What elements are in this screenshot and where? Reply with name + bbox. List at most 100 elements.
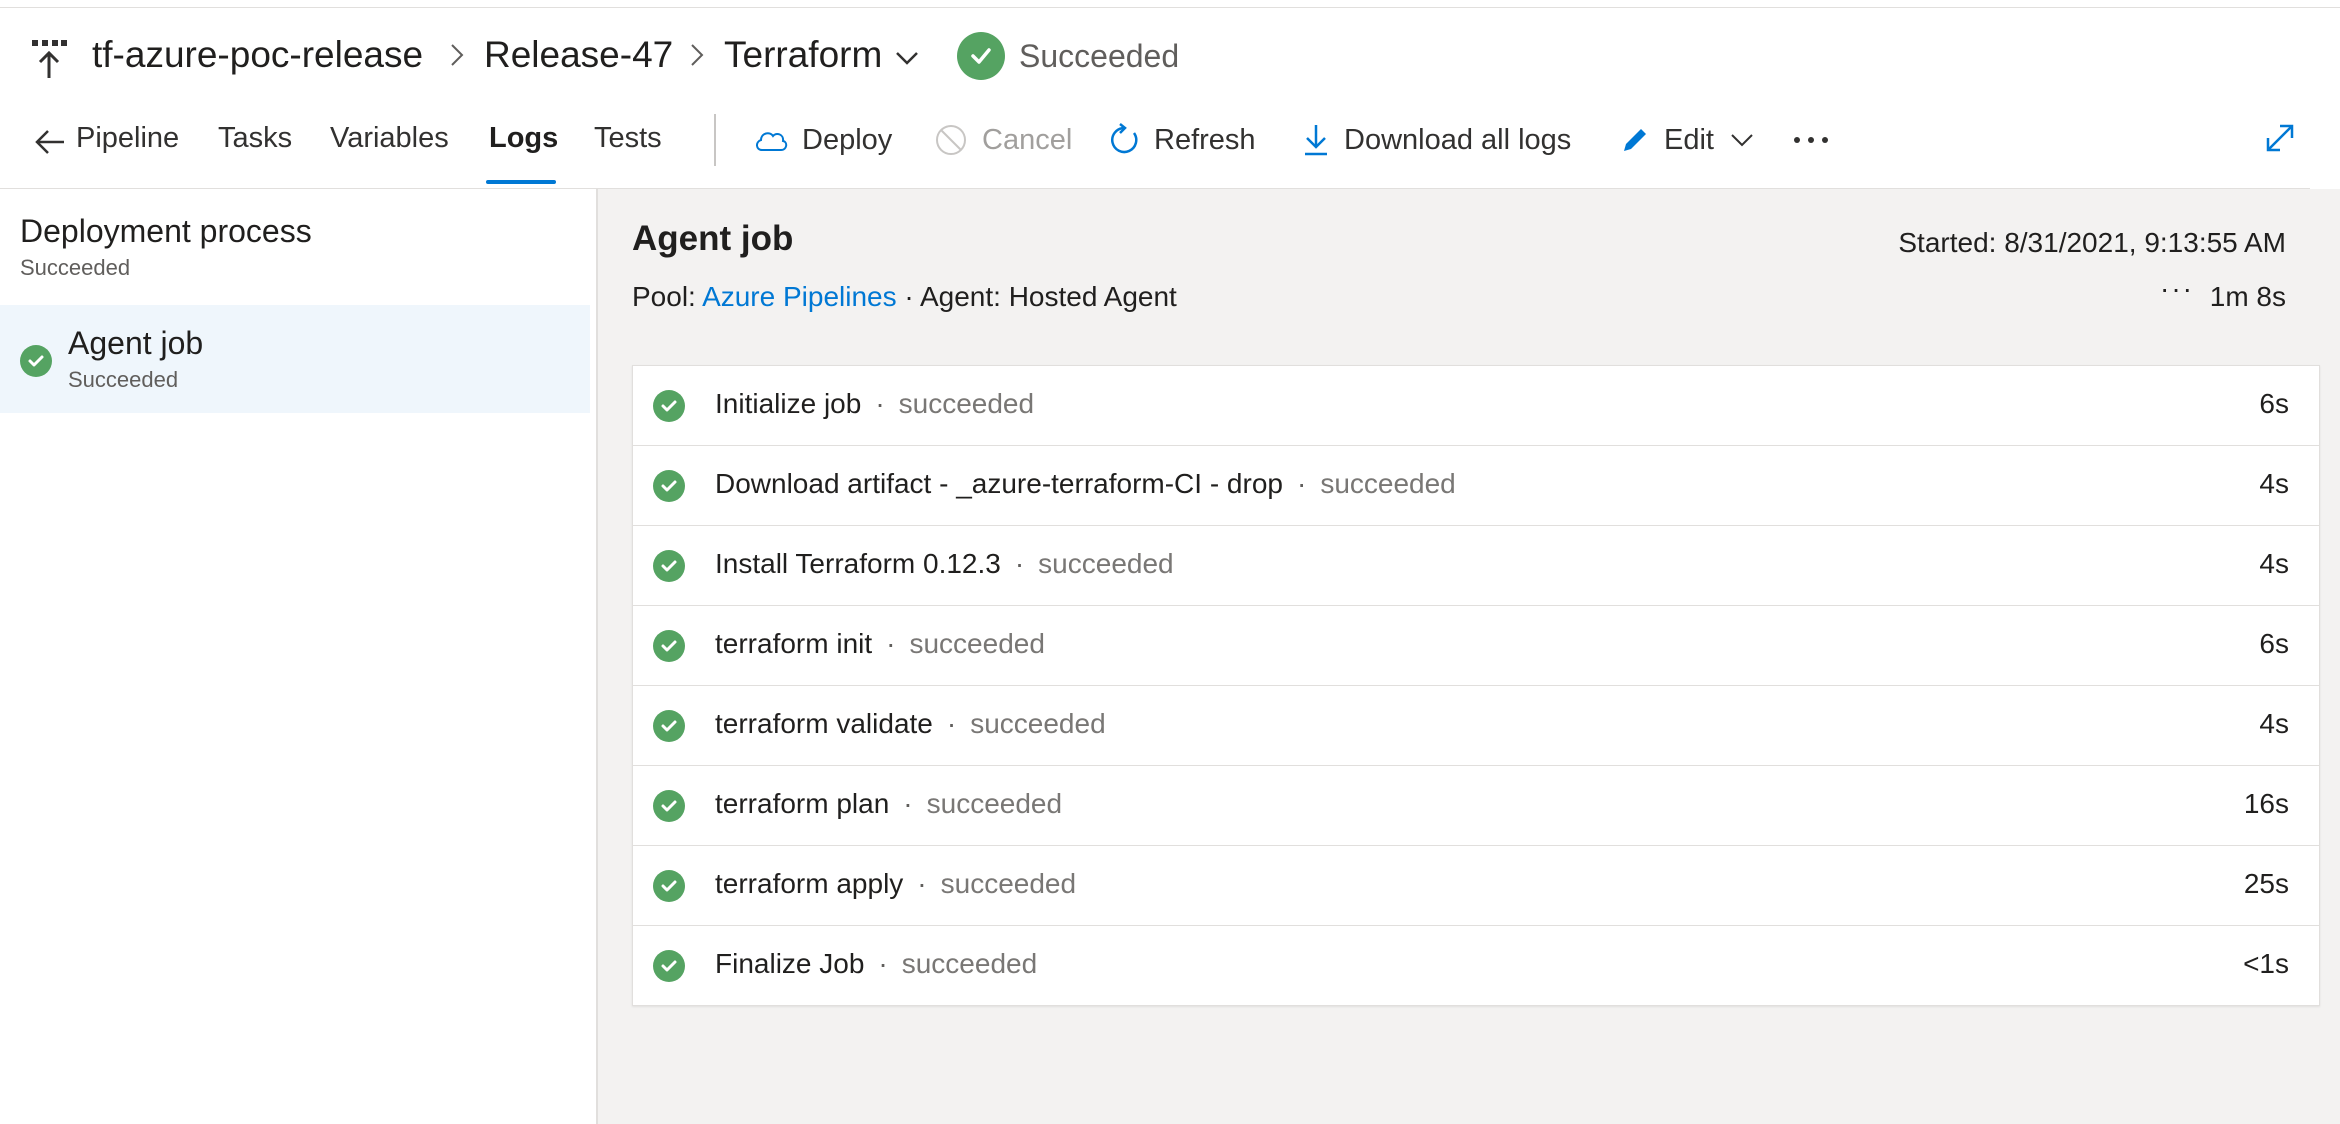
- active-tab-indicator: [486, 180, 556, 184]
- step-duration: 6s: [2259, 628, 2289, 659]
- pencil-icon: [1624, 129, 1646, 151]
- step-name: terraform validate: [715, 708, 933, 739]
- separator-dot: ·: [1296, 468, 1307, 499]
- success-check-icon: [653, 470, 685, 502]
- tab-logs[interactable]: Logs: [489, 122, 558, 155]
- step-status: succeeded: [970, 708, 1106, 739]
- success-check-icon: [653, 790, 685, 822]
- separator-dot: ·: [1014, 548, 1025, 579]
- step-status: succeeded: [926, 788, 1063, 819]
- success-check-icon: [653, 950, 685, 982]
- toolbar-divider: [714, 114, 716, 166]
- separator-dot: ·: [917, 868, 927, 899]
- download-all-logs-button[interactable]: Download all logs: [1302, 120, 1571, 160]
- step-row[interactable]: terraform plan · succeeded 16s: [633, 766, 2319, 846]
- chevron-down-icon[interactable]: [894, 44, 920, 74]
- cloud-icon: [756, 132, 788, 151]
- separator-dot: ·: [886, 628, 896, 659]
- agent-job-status: Succeeded: [68, 367, 179, 392]
- step-duration: <1s: [2243, 948, 2289, 979]
- tab-variables[interactable]: Variables: [330, 122, 449, 155]
- step-name: terraform apply: [715, 868, 904, 899]
- agent-job-name: Agent job: [68, 325, 204, 361]
- step-duration: 4s: [2259, 468, 2289, 499]
- tab-tasks[interactable]: Tasks: [218, 122, 292, 155]
- step-status: succeeded: [898, 388, 1035, 419]
- separator-dot: ·: [875, 388, 885, 419]
- step-duration: 4s: [2259, 548, 2289, 579]
- step-row[interactable]: terraform init · succeeded 6s: [633, 606, 2319, 686]
- separator-dot: ·: [946, 708, 957, 739]
- job-title: Agent job: [632, 219, 794, 258]
- deploy-label: Deploy: [802, 123, 893, 156]
- status-text: Succeeded: [1019, 37, 1180, 74]
- refresh-icon: [1111, 123, 1138, 154]
- breadcrumb-stage[interactable]: Terraform: [724, 34, 882, 76]
- step-row[interactable]: terraform validate · succeeded 4s: [633, 686, 2319, 766]
- back-arrow-icon[interactable]: [32, 124, 68, 160]
- success-check-icon: [653, 630, 685, 662]
- step-text: Finalize Job · succeeded: [715, 948, 1037, 980]
- step-text: Install Terraform 0.12.3 · succeeded: [715, 548, 1174, 580]
- step-text: Download artifact - _azure-terraform-CI …: [715, 468, 1456, 500]
- chevron-down-icon: [1731, 134, 1753, 147]
- job-details-panel: Agent job Started: 8/31/2021, 9:13:55 AM…: [598, 189, 2340, 1124]
- step-text: terraform apply · succeeded: [715, 868, 1076, 900]
- more-actions-button[interactable]: [1792, 120, 1844, 160]
- tab-tests[interactable]: Tests: [594, 122, 662, 155]
- cancel-label: Cancel: [982, 123, 1073, 156]
- job-pool-info: Pool: Azure Pipelines · Agent: Hosted Ag…: [632, 281, 1177, 313]
- breadcrumb-release-pipeline[interactable]: tf-azure-poc-release: [92, 34, 423, 76]
- success-check-icon: [653, 710, 685, 742]
- deploy-button[interactable]: Deploy: [754, 120, 892, 160]
- step-status: succeeded: [909, 628, 1045, 659]
- edit-button[interactable]: Edit: [1620, 120, 1754, 160]
- success-check-icon: [20, 345, 52, 377]
- agent-job-item[interactable]: Agent job Succeeded: [0, 305, 590, 413]
- cancel-button[interactable]: Cancel: [934, 120, 1072, 160]
- step-row[interactable]: Install Terraform 0.12.3 · succeeded 4s: [633, 526, 2319, 606]
- step-duration: 25s: [2243, 868, 2289, 899]
- refresh-label: Refresh: [1154, 123, 1256, 156]
- step-status: succeeded: [940, 868, 1077, 899]
- more-icon: [1794, 137, 1828, 143]
- cancel-icon: [936, 125, 966, 155]
- edit-label: Edit: [1664, 123, 1714, 156]
- release-pipeline-icon: [32, 40, 67, 78]
- step-name: Initialize job: [715, 388, 862, 419]
- step-text: Initialize job · succeeded: [715, 388, 1034, 420]
- deployment-process-status: Succeeded: [20, 255, 131, 280]
- step-duration: 4s: [2259, 708, 2289, 739]
- separator-dot: ·: [904, 281, 920, 312]
- success-check-icon: [653, 870, 685, 902]
- tab-pipeline[interactable]: Pipeline: [76, 122, 179, 155]
- breadcrumb: tf-azure-poc-release Release-47 Terrafor…: [0, 22, 2340, 94]
- expand-icon[interactable]: [2264, 122, 2296, 154]
- step-text: terraform validate · succeeded: [715, 708, 1106, 740]
- step-row[interactable]: Download artifact - _azure-terraform-CI …: [633, 446, 2319, 526]
- step-duration: 6s: [2259, 388, 2289, 419]
- breadcrumb-release[interactable]: Release-47: [484, 34, 673, 76]
- more-icon[interactable]: ···: [2160, 273, 2194, 305]
- success-check-icon: [653, 550, 685, 582]
- pool-link[interactable]: Azure Pipelines: [702, 281, 897, 312]
- step-status: succeeded: [901, 948, 1038, 979]
- separator-dot: ·: [903, 788, 913, 819]
- refresh-button[interactable]: Refresh: [1108, 120, 1256, 160]
- step-row[interactable]: Initialize job · succeeded 6s: [633, 366, 2319, 446]
- step-list: Initialize job · succeeded 6s Download artif…: [632, 365, 2320, 1006]
- success-check-icon: [653, 390, 685, 422]
- step-status: succeeded: [1038, 548, 1174, 579]
- download-icon: [1305, 125, 1327, 156]
- step-row[interactable]: Finalize Job · succeeded <1s: [633, 926, 2319, 1005]
- chevron-right-icon: [451, 44, 464, 66]
- step-name: terraform plan: [715, 788, 890, 819]
- separator-dot: ·: [878, 948, 888, 979]
- step-row[interactable]: terraform apply · succeeded 25s: [633, 846, 2319, 926]
- step-duration: 16s: [2243, 788, 2289, 819]
- step-text: terraform plan · succeeded: [715, 788, 1062, 820]
- status-badge: Succeeded: [957, 32, 1179, 80]
- toolbar: Pipeline Tasks Variables Logs Tests Depl…: [0, 110, 2340, 190]
- step-status: succeeded: [1320, 468, 1456, 499]
- step-text: terraform init · succeeded: [715, 628, 1045, 660]
